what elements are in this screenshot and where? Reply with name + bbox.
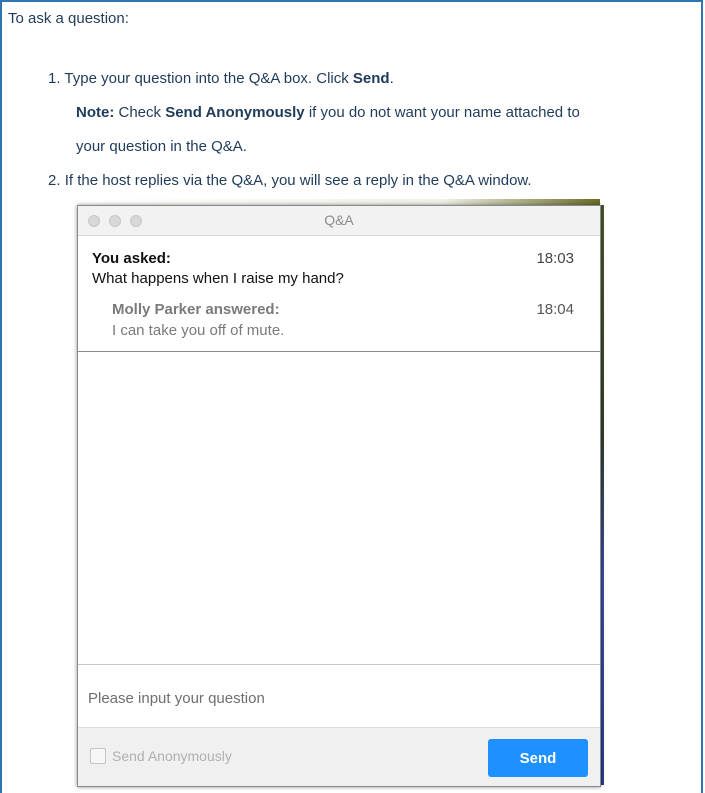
- answer-time: 18:04: [536, 301, 574, 318]
- note-line: Note: Check Send Anonymously if you do n…: [48, 96, 698, 130]
- answer-author: Molly Parker answered:: [112, 301, 280, 318]
- step-text: If the host replies via the Q&A, you wil…: [64, 172, 532, 189]
- question-text: What happens when I raise my hand?: [92, 270, 344, 287]
- window-titlebar[interactable]: Q&A: [78, 206, 600, 236]
- note-label: Note:: [76, 104, 115, 121]
- window-title: Q&A: [324, 212, 354, 228]
- instruction-list: 1. Type your question into the Q&A box. …: [48, 62, 698, 198]
- step-number: 2.: [48, 172, 61, 189]
- answer-text: I can take you off of mute.: [112, 322, 285, 339]
- question-time: 18:03: [536, 250, 574, 267]
- qa-message-list[interactable]: You asked: 18:03 What happens when I rai…: [78, 236, 600, 352]
- question-input-area: [78, 664, 600, 727]
- step-text: Type your question into the Q&A box. Cli…: [64, 70, 353, 87]
- question-author: You asked:: [92, 250, 171, 267]
- note-text: Check: [114, 104, 166, 121]
- note-bold-send-anonymously: Send Anonymously: [165, 104, 305, 121]
- note-line-2: your question in the Q&A.: [76, 138, 247, 155]
- send-anonymously-option[interactable]: Send Anonymously: [90, 748, 232, 764]
- list-item-step-1: 1. Type your question into the Q&A box. …: [48, 62, 698, 96]
- step-bold-send: Send: [352, 70, 390, 87]
- qa-window: Q&A You asked: 18:03 What happens when I…: [77, 205, 601, 787]
- send-anonymously-label: Send Anonymously: [112, 748, 232, 764]
- step-text-end: .: [389, 70, 394, 87]
- send-button[interactable]: Send: [488, 739, 588, 777]
- question-input[interactable]: [78, 665, 600, 727]
- note-text-end: if you do not want your name attached to: [304, 104, 580, 121]
- send-anonymously-checkbox[interactable]: [90, 748, 106, 764]
- intro-text: To ask a question:: [8, 10, 129, 27]
- step-number: 1.: [48, 70, 61, 87]
- list-item-step-2: 2. If the host replies via the Q&A, you …: [48, 164, 698, 198]
- qa-footer: Send Anonymously Send: [78, 727, 600, 786]
